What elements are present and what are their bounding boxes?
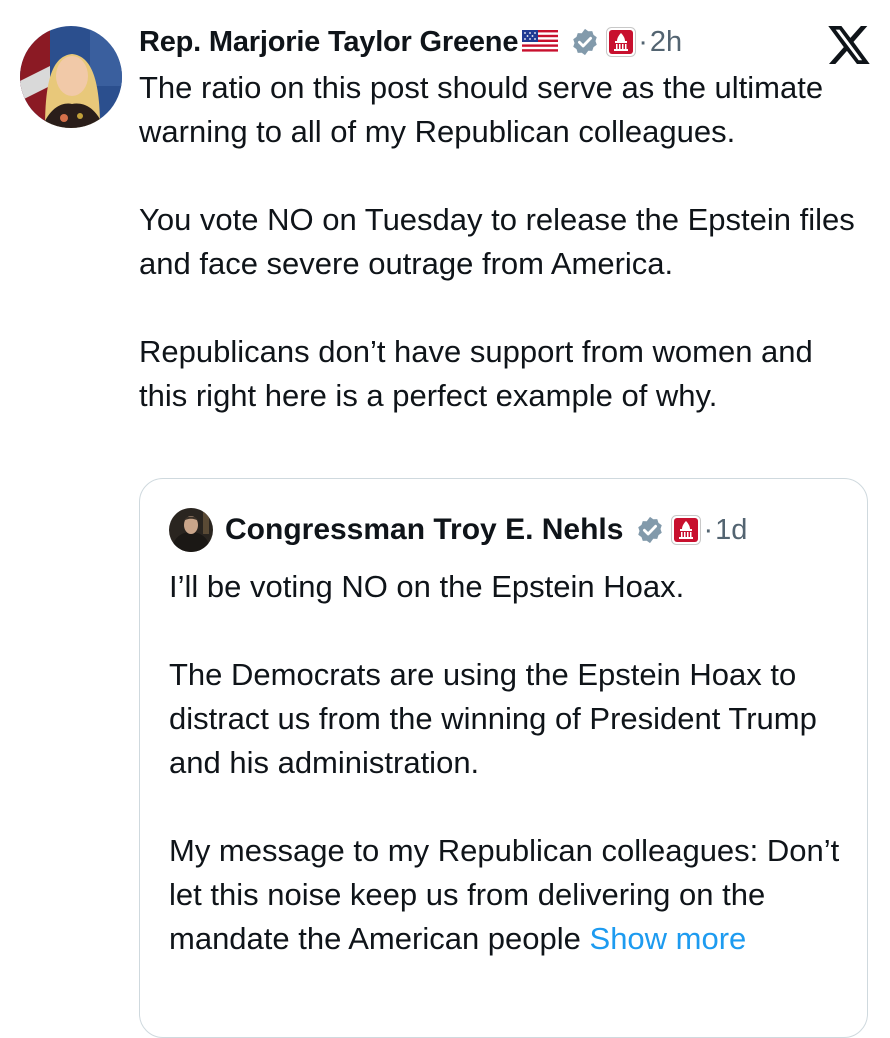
quoted-paragraph: The Democrats are using the Epstein Hoax… <box>169 657 817 780</box>
us-flag-icon <box>522 30 559 54</box>
quoted-paragraph: My message to my Republican colleagues: … <box>169 829 849 961</box>
quoted-post-time[interactable]: 1d <box>715 514 747 547</box>
post-paragraph: Republicans don’t have support from wome… <box>139 334 813 413</box>
verified-badge-icon[interactable] <box>635 515 665 545</box>
quoted-paragraph: I’ll be voting NO on the Epstein Hoax. <box>169 569 685 604</box>
quoted-post[interactable]: Congressman Troy E. Nehls · 1d I’ll be v… <box>139 478 868 1038</box>
us-capitol-gop-badge-icon[interactable] <box>671 515 702 545</box>
author-avatar[interactable] <box>20 26 122 128</box>
quoted-author-avatar[interactable] <box>169 508 213 552</box>
post-paragraph: The ratio on this post should serve as t… <box>139 70 824 149</box>
post-time[interactable]: 2h <box>650 26 682 59</box>
us-capitol-gop-badge-icon[interactable] <box>606 27 637 57</box>
verified-badge-icon[interactable] <box>570 27 600 57</box>
separator: · <box>703 513 714 546</box>
quoted-author-name[interactable]: Congressman Troy E. Nehls <box>225 513 623 547</box>
quoted-post-text: I’ll be voting NO on the Epstein Hoax. T… <box>169 565 849 961</box>
show-more-link[interactable]: Show more <box>590 921 747 956</box>
author-name[interactable]: Rep. Marjorie Taylor Greene <box>139 26 518 59</box>
post-header: Rep. Marjorie Taylor Greene · 2h <box>139 16 682 68</box>
quoted-post-header: Congressman Troy E. Nehls · 1d <box>169 508 747 552</box>
x-logo-icon[interactable] <box>828 26 870 64</box>
post-paragraph: You vote NO on Tuesday to release the Ep… <box>139 202 855 281</box>
post-text: The ratio on this post should serve as t… <box>139 66 869 418</box>
separator: · <box>638 25 648 58</box>
